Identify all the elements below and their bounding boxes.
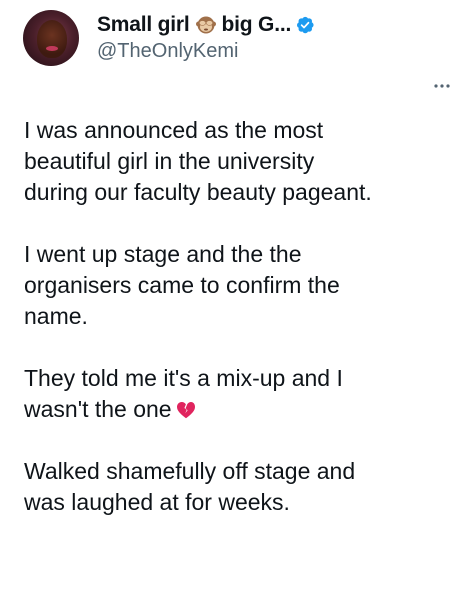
tweet-paragraph-1: I was announced as the most beautiful gi… — [24, 115, 454, 208]
avatar-lips — [46, 46, 58, 51]
tweet-card: Small girl big G... @TheOnlyKemi I was a… — [0, 0, 471, 590]
text-line: I was announced as the most — [24, 117, 324, 143]
text-line: wasn't the one — [24, 396, 172, 422]
more-options-icon[interactable] — [434, 80, 450, 92]
display-name-part2[interactable]: big G... — [222, 13, 292, 37]
text-line: beautiful girl in the university — [24, 148, 315, 174]
tweet-paragraph-2: I went up stage and the the organisers c… — [24, 239, 454, 332]
tweet-body: I was announced as the most beautiful gi… — [24, 115, 454, 549]
verified-badge-icon — [297, 16, 314, 34]
avatar[interactable] — [23, 10, 79, 66]
avatar-face — [37, 20, 67, 58]
text-line: I went up stage and the the — [24, 241, 302, 267]
text-line: name. — [24, 303, 88, 329]
broken-heart-icon — [176, 402, 195, 419]
text-line: was laughed at for weeks. — [24, 489, 290, 515]
author-handle[interactable]: @TheOnlyKemi — [97, 40, 238, 63]
text-line: during our faculty beauty pageant. — [24, 179, 372, 205]
display-name-part1[interactable]: Small girl — [97, 13, 190, 37]
text-line: They told me it's a mix-up and I — [24, 365, 343, 391]
text-line: Walked shamefully off stage and — [24, 458, 356, 484]
text-line: organisers came to confirm the — [24, 272, 340, 298]
author-name-row[interactable]: Small girl big G... — [97, 12, 315, 38]
tweet-paragraph-3: They told me it's a mix-up and I wasn't … — [24, 363, 454, 425]
see-no-evil-monkey-icon — [195, 16, 216, 34]
tweet-paragraph-4: Walked shamefully off stage and was laug… — [24, 456, 454, 518]
text-line-with-emoji: wasn't the one — [24, 394, 454, 425]
